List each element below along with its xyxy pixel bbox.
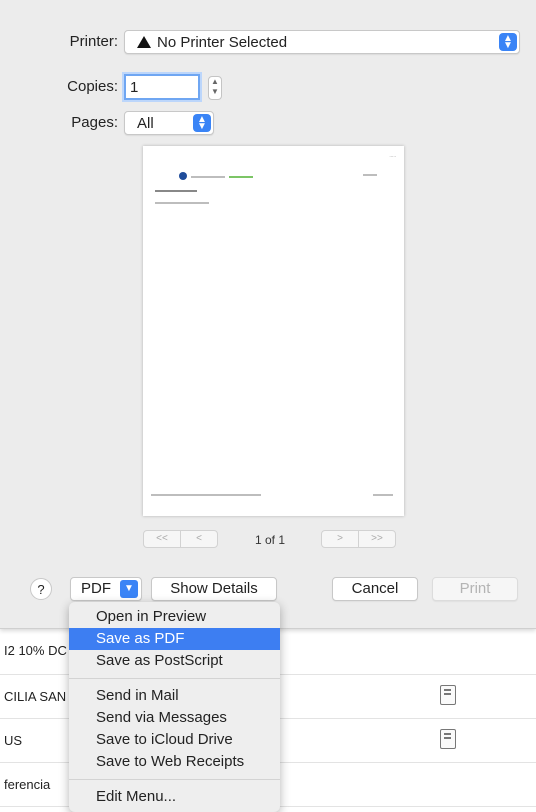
preview-text-line (155, 190, 197, 192)
show-details-button[interactable]: Show Details (151, 577, 277, 601)
table-cell: CILIA SAN (4, 689, 67, 704)
printer-select-value: No Printer Selected (157, 33, 288, 51)
print-dialog: Printer: No Printer Selected ▲ ▼ Copies: … (0, 0, 536, 629)
next-page-button[interactable]: > (322, 531, 358, 547)
menu-item-send-in-mail[interactable]: Send in Mail (69, 685, 280, 707)
preview-text-line (229, 176, 253, 178)
pages-select-value: All (137, 114, 154, 132)
preview-logo (179, 172, 187, 180)
preview-footer-line (373, 494, 393, 496)
pdf-menu-button[interactable]: PDF ▼ (70, 577, 142, 601)
chevron-updown-icon: ▲ ▼ (499, 33, 517, 51)
copies-label: Copies: (67, 78, 118, 95)
menu-item-save-as-postscript[interactable]: Save as PostScript (69, 650, 280, 672)
menu-item-save-to-icloud[interactable]: Save to iCloud Drive (69, 729, 280, 751)
document-icon[interactable] (440, 729, 456, 749)
preview-nav-back: << < (143, 530, 218, 548)
menu-item-edit-menu[interactable]: Edit Menu... (69, 786, 280, 808)
preview-header-text: ····· (389, 154, 396, 159)
pdf-button-label: PDF (81, 580, 111, 597)
pdf-dropdown-menu: Open in Preview Save as PDF Save as Post… (69, 602, 280, 812)
pages-label: Pages: (71, 114, 118, 131)
document-icon[interactable] (440, 685, 456, 705)
page-preview: ····· (143, 146, 404, 516)
table-cell: US (4, 733, 23, 748)
menu-item-open-in-preview[interactable]: Open in Preview (69, 606, 280, 628)
help-button[interactable]: ? (30, 578, 52, 600)
table-cell: I2 10% DC (4, 643, 67, 658)
menu-item-send-via-messages[interactable]: Send via Messages (69, 707, 280, 729)
copies-field[interactable]: 1 (124, 74, 200, 100)
menu-divider (69, 779, 280, 780)
pages-select[interactable]: All ▲ ▼ (124, 111, 214, 135)
cancel-button[interactable]: Cancel (332, 577, 418, 601)
page-count: 1 of 1 (255, 533, 286, 547)
menu-item-save-as-pdf[interactable]: Save as PDF (69, 628, 280, 650)
preview-nav-forward: > >> (321, 530, 396, 548)
chevron-updown-icon: ▲ ▼ (193, 114, 211, 132)
copies-stepper[interactable]: ▲ ▼ (208, 76, 222, 100)
preview-text-line (155, 202, 209, 204)
print-button[interactable]: Print (432, 577, 518, 601)
printer-select[interactable]: No Printer Selected ▲ ▼ (124, 30, 520, 54)
preview-text-line (191, 176, 225, 178)
prev-page-button[interactable]: < (180, 531, 217, 547)
warning-icon (137, 36, 151, 48)
preview-text-line (363, 174, 377, 176)
printer-label: Printer: (69, 33, 118, 50)
menu-item-save-to-web-receipts[interactable]: Save to Web Receipts (69, 751, 280, 773)
chevron-down-icon: ▼ (120, 580, 138, 598)
preview-footer-line (151, 494, 261, 496)
menu-divider (69, 678, 280, 679)
table-cell: ferencia (4, 777, 51, 792)
first-page-button[interactable]: << (144, 531, 180, 547)
last-page-button[interactable]: >> (358, 531, 395, 547)
